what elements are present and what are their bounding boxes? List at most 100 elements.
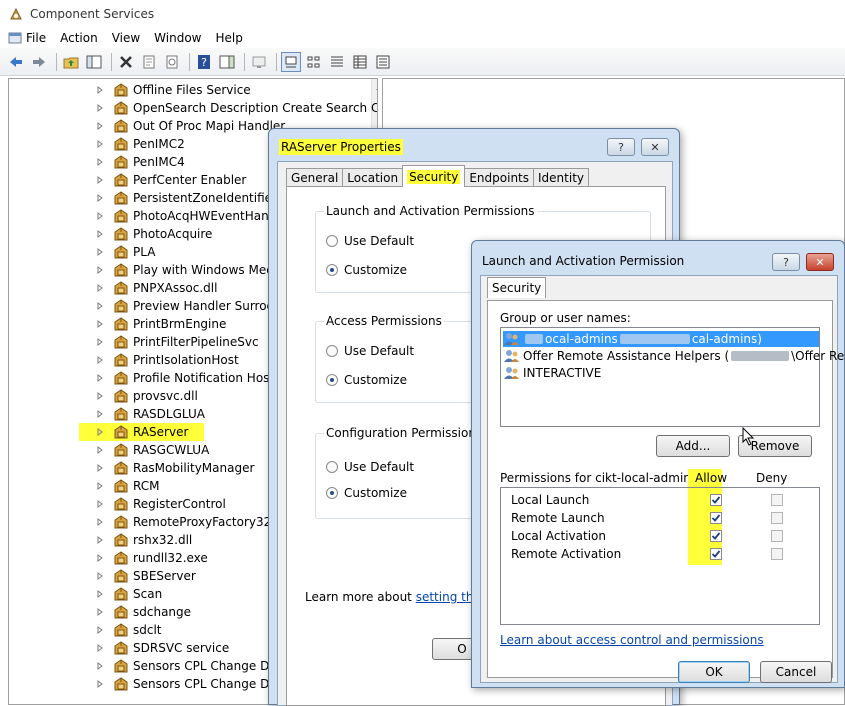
expand-arrow-icon[interactable] (95, 391, 105, 401)
tree-item[interactable]: RASGCWLUA (9, 441, 209, 459)
expand-arrow-icon[interactable] (95, 643, 105, 653)
tree-item[interactable]: PhotoAcqHWEventHandle (9, 207, 287, 225)
expand-arrow-icon[interactable] (95, 571, 105, 581)
expand-arrow-icon[interactable] (95, 589, 105, 599)
expand-arrow-icon[interactable] (95, 211, 105, 221)
access-control-link[interactable]: Learn about access control and permissio… (500, 633, 764, 647)
tree-item[interactable]: SBEServer (9, 567, 196, 585)
tree-item[interactable]: Out Of Proc Mapi Handler (9, 117, 285, 135)
expand-arrow-icon[interactable] (95, 499, 105, 509)
show-hide-tree-button[interactable] (84, 52, 104, 72)
tree-item[interactable]: Sensors CPL Change Descr (9, 657, 294, 675)
expand-arrow-icon[interactable] (95, 661, 105, 671)
expand-arrow-icon[interactable] (95, 283, 105, 293)
expand-arrow-icon[interactable] (95, 625, 105, 635)
tree-item[interactable]: PLA (9, 243, 155, 261)
tree-item[interactable]: Scan (9, 585, 162, 603)
help-button[interactable]: ? (194, 52, 214, 72)
allow-checkbox[interactable] (710, 494, 722, 506)
expand-arrow-icon[interactable] (95, 607, 105, 617)
expand-arrow-icon[interactable] (95, 553, 105, 563)
close-title-button[interactable]: ✕ (641, 138, 669, 156)
menu-view[interactable]: View (112, 31, 140, 45)
tree-item[interactable]: RAServer (79, 423, 205, 441)
deny-checkbox[interactable] (771, 494, 783, 506)
tree-item[interactable]: RasMobilityManager (9, 459, 254, 477)
config-use-default-radio[interactable]: Use Default (326, 460, 414, 474)
launch-use-default-radio[interactable]: Use Default (326, 234, 414, 248)
expand-arrow-icon[interactable] (95, 247, 105, 257)
tree-item[interactable]: provsvc.dll (9, 387, 198, 405)
tree-item[interactable]: sdclt (9, 621, 162, 639)
allow-checkbox[interactable] (710, 548, 722, 560)
close-title-button[interactable]: ✕ (806, 253, 834, 271)
allow-checkbox[interactable] (710, 530, 722, 542)
expand-arrow-icon[interactable] (95, 103, 105, 113)
permissions-list[interactable]: Local Launch Remote Launch Local Activatio… (500, 487, 820, 625)
tree-item[interactable]: OpenSearch Description Create Search Con… (9, 99, 377, 117)
menu-help[interactable]: Help (216, 31, 243, 45)
tree-item[interactable]: sdchange (9, 603, 191, 621)
tree-item[interactable]: Preview Handler Surrogate (9, 297, 294, 315)
expand-arrow-icon[interactable] (95, 175, 105, 185)
deny-checkbox[interactable] (771, 530, 783, 542)
new-window-button[interactable] (249, 52, 269, 72)
action-pane-button[interactable] (217, 52, 237, 72)
help-title-button[interactable]: ? (772, 253, 800, 271)
view-large-icons-button[interactable] (281, 51, 301, 72)
expand-arrow-icon[interactable] (95, 265, 105, 275)
expand-arrow-icon[interactable] (95, 481, 105, 491)
tree-item[interactable]: PenIMC4 (9, 153, 185, 171)
expand-arrow-icon[interactable] (95, 229, 105, 239)
allow-checkbox[interactable] (710, 512, 722, 524)
expand-arrow-icon[interactable] (95, 319, 105, 329)
menu-action[interactable]: Action (60, 31, 98, 45)
expand-arrow-icon[interactable] (95, 139, 105, 149)
expand-arrow-icon[interactable] (95, 85, 105, 95)
expand-arrow-icon[interactable] (95, 373, 105, 383)
access-customize-radio[interactable]: Customize (326, 373, 407, 387)
tree-item[interactable]: PenIMC2 (9, 135, 185, 153)
delete-button[interactable] (116, 52, 136, 72)
tab-general[interactable]: General (286, 168, 344, 187)
tree-item[interactable]: rundll32.exe (9, 549, 208, 567)
expand-arrow-icon[interactable] (95, 517, 105, 527)
tab-location[interactable]: Location (342, 168, 404, 187)
access-use-default-radio[interactable]: Use Default (326, 344, 414, 358)
deny-checkbox[interactable] (771, 512, 783, 524)
expand-arrow-icon[interactable] (95, 463, 105, 473)
tree-item[interactable]: PhotoAcquire (9, 225, 212, 243)
user-list[interactable]: ocal-admins cal-admins) Offer Remote Ass… (500, 327, 845, 427)
up-folder-button[interactable] (61, 52, 81, 72)
tree-item[interactable]: RASDLGLUA (9, 405, 205, 423)
expand-arrow-icon[interactable] (95, 445, 105, 455)
expand-arrow-icon[interactable] (95, 157, 105, 167)
expand-arrow-icon[interactable] (95, 427, 105, 437)
view-status-button[interactable] (373, 52, 393, 72)
view-small-icons-button[interactable] (304, 52, 324, 72)
expand-arrow-icon[interactable] (95, 301, 105, 311)
back-button[interactable] (6, 52, 26, 72)
properties-button[interactable] (139, 52, 159, 72)
ok-button[interactable]: OK (678, 661, 750, 683)
tree-item[interactable]: SDRSVC service (9, 639, 229, 657)
tab-security[interactable]: Security (487, 277, 547, 298)
tree-item[interactable]: Offline Files Service (9, 81, 251, 99)
expand-arrow-icon[interactable] (95, 355, 105, 365)
tree-item[interactable]: PerfCenter Enabler (9, 171, 246, 189)
expand-arrow-icon[interactable] (95, 337, 105, 347)
expand-arrow-icon[interactable] (95, 121, 105, 131)
launch-customize-radio[interactable]: Customize (326, 263, 407, 277)
help-title-button[interactable]: ? (607, 138, 635, 156)
expand-arrow-icon[interactable] (95, 679, 105, 689)
config-customize-radio[interactable]: Customize (326, 486, 407, 500)
list-item[interactable]: INTERACTIVE (503, 365, 601, 381)
cancel-button[interactable]: Cancel (760, 661, 832, 683)
tree-item[interactable]: PersistentZoneIdentifier (9, 189, 277, 207)
tree-item[interactable]: PrintIsolationHost (9, 351, 239, 369)
refresh-button[interactable] (162, 52, 182, 72)
tree-item[interactable]: PrintFilterPipelineSvc (9, 333, 259, 351)
tab-endpoints[interactable]: Endpoints (464, 168, 535, 187)
tree-item[interactable]: Profile Notification Host (9, 369, 274, 387)
tree-item[interactable]: RegisterControl (9, 495, 226, 513)
